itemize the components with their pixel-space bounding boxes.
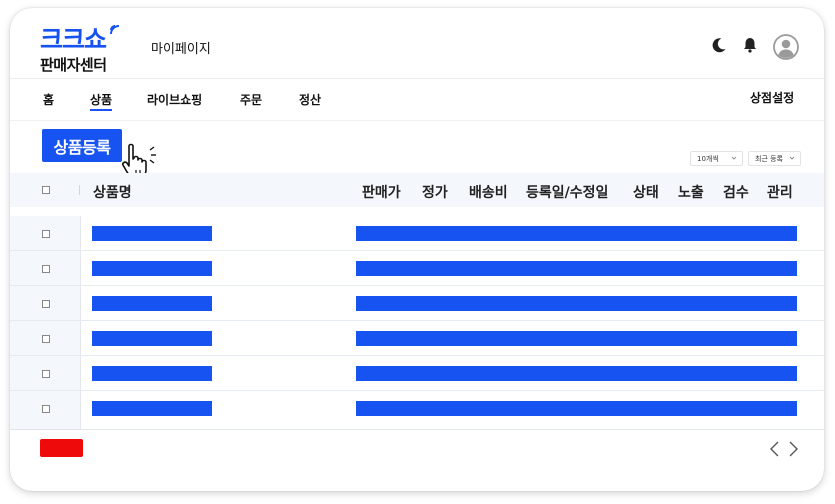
col-header-price[interactable]: 판매가 — [362, 182, 401, 202]
col-header-exposure[interactable]: 노출 — [678, 182, 704, 202]
col-header-manage[interactable]: 관리 — [767, 182, 793, 202]
col-header-status[interactable]: 상태 — [633, 182, 659, 202]
register-product-button[interactable]: 상품등록 — [42, 129, 122, 162]
logo-subtitle: 판매자센터 — [40, 56, 107, 74]
product-details-placeholder — [356, 261, 797, 276]
column-divider — [79, 185, 80, 195]
chevron-left-icon[interactable] — [768, 440, 782, 458]
product-name-placeholder — [92, 366, 212, 381]
table-header: 상품명 판매가 정가 배송비 등록일/수정일 상태 노출 검수 관리 — [10, 173, 824, 207]
col-header-list-price[interactable]: 정가 — [422, 182, 448, 202]
product-name-placeholder — [92, 331, 212, 346]
col-header-shipping[interactable]: 배송비 — [469, 182, 508, 202]
row-checkbox[interactable] — [42, 405, 50, 413]
chevron-down-icon — [789, 156, 795, 160]
header-divider — [10, 78, 824, 79]
col-header-dates[interactable]: 등록일/수정일 — [526, 182, 608, 202]
chevron-right-icon[interactable] — [786, 440, 800, 458]
table-bottom-border — [10, 429, 824, 430]
sort-select[interactable]: 최근 등록 — [748, 151, 801, 166]
row-checkbox[interactable] — [42, 265, 50, 273]
page-size-value: 10개씩 — [697, 154, 719, 163]
row-checkbox[interactable] — [42, 300, 50, 308]
product-details-placeholder — [356, 331, 797, 346]
user-avatar-icon[interactable] — [773, 34, 799, 60]
page-title[interactable]: 마이페이지 — [151, 38, 211, 57]
product-details-placeholder — [356, 366, 797, 381]
brand-logo[interactable]: 크크쇼 판매자센터 — [40, 25, 130, 78]
nav-item-live-shopping[interactable]: 라이브쇼핑 — [147, 91, 202, 108]
table-row[interactable] — [10, 251, 824, 286]
product-name-placeholder — [92, 296, 212, 311]
table-row[interactable] — [10, 216, 824, 251]
product-name-placeholder — [92, 261, 212, 276]
bell-icon[interactable] — [741, 36, 759, 54]
select-all-checkbox[interactable] — [42, 186, 50, 194]
row-checkbox[interactable] — [42, 335, 50, 343]
logo-wordmark: 크크쇼 — [40, 25, 107, 54]
row-checkbox[interactable] — [42, 370, 50, 378]
nav-divider — [10, 120, 824, 121]
seller-center-window: 크크쇼 판매자센터 마이페이지 홈 상품 라이브쇼핑 주문 정산 상점설정 상품… — [10, 8, 824, 491]
nav-item-settlement[interactable]: 정산 — [299, 91, 321, 108]
live-signal-icon — [110, 25, 120, 35]
table-row[interactable] — [10, 391, 824, 426]
col-header-name[interactable]: 상품명 — [93, 182, 132, 202]
table-row[interactable] — [10, 321, 824, 356]
store-settings-link[interactable]: 상점설정 — [750, 89, 794, 106]
col-header-review[interactable]: 검수 — [723, 182, 749, 202]
moon-icon[interactable] — [710, 36, 728, 54]
nav-item-orders[interactable]: 주문 — [240, 91, 262, 108]
delete-button[interactable] — [40, 439, 83, 457]
chevron-down-icon — [731, 156, 737, 160]
product-details-placeholder — [356, 401, 797, 416]
product-name-placeholder — [92, 226, 212, 241]
product-details-placeholder — [356, 296, 797, 311]
row-checkbox[interactable] — [42, 230, 50, 238]
table-row[interactable] — [10, 356, 824, 391]
nav-item-products[interactable]: 상품 — [90, 91, 113, 111]
product-details-placeholder — [356, 226, 797, 241]
page-size-select[interactable]: 10개씩 — [690, 151, 743, 166]
nav-item-home[interactable]: 홈 — [43, 91, 54, 108]
table-row[interactable] — [10, 286, 824, 321]
product-name-placeholder — [92, 401, 212, 416]
sort-value: 최근 등록 — [755, 154, 783, 163]
